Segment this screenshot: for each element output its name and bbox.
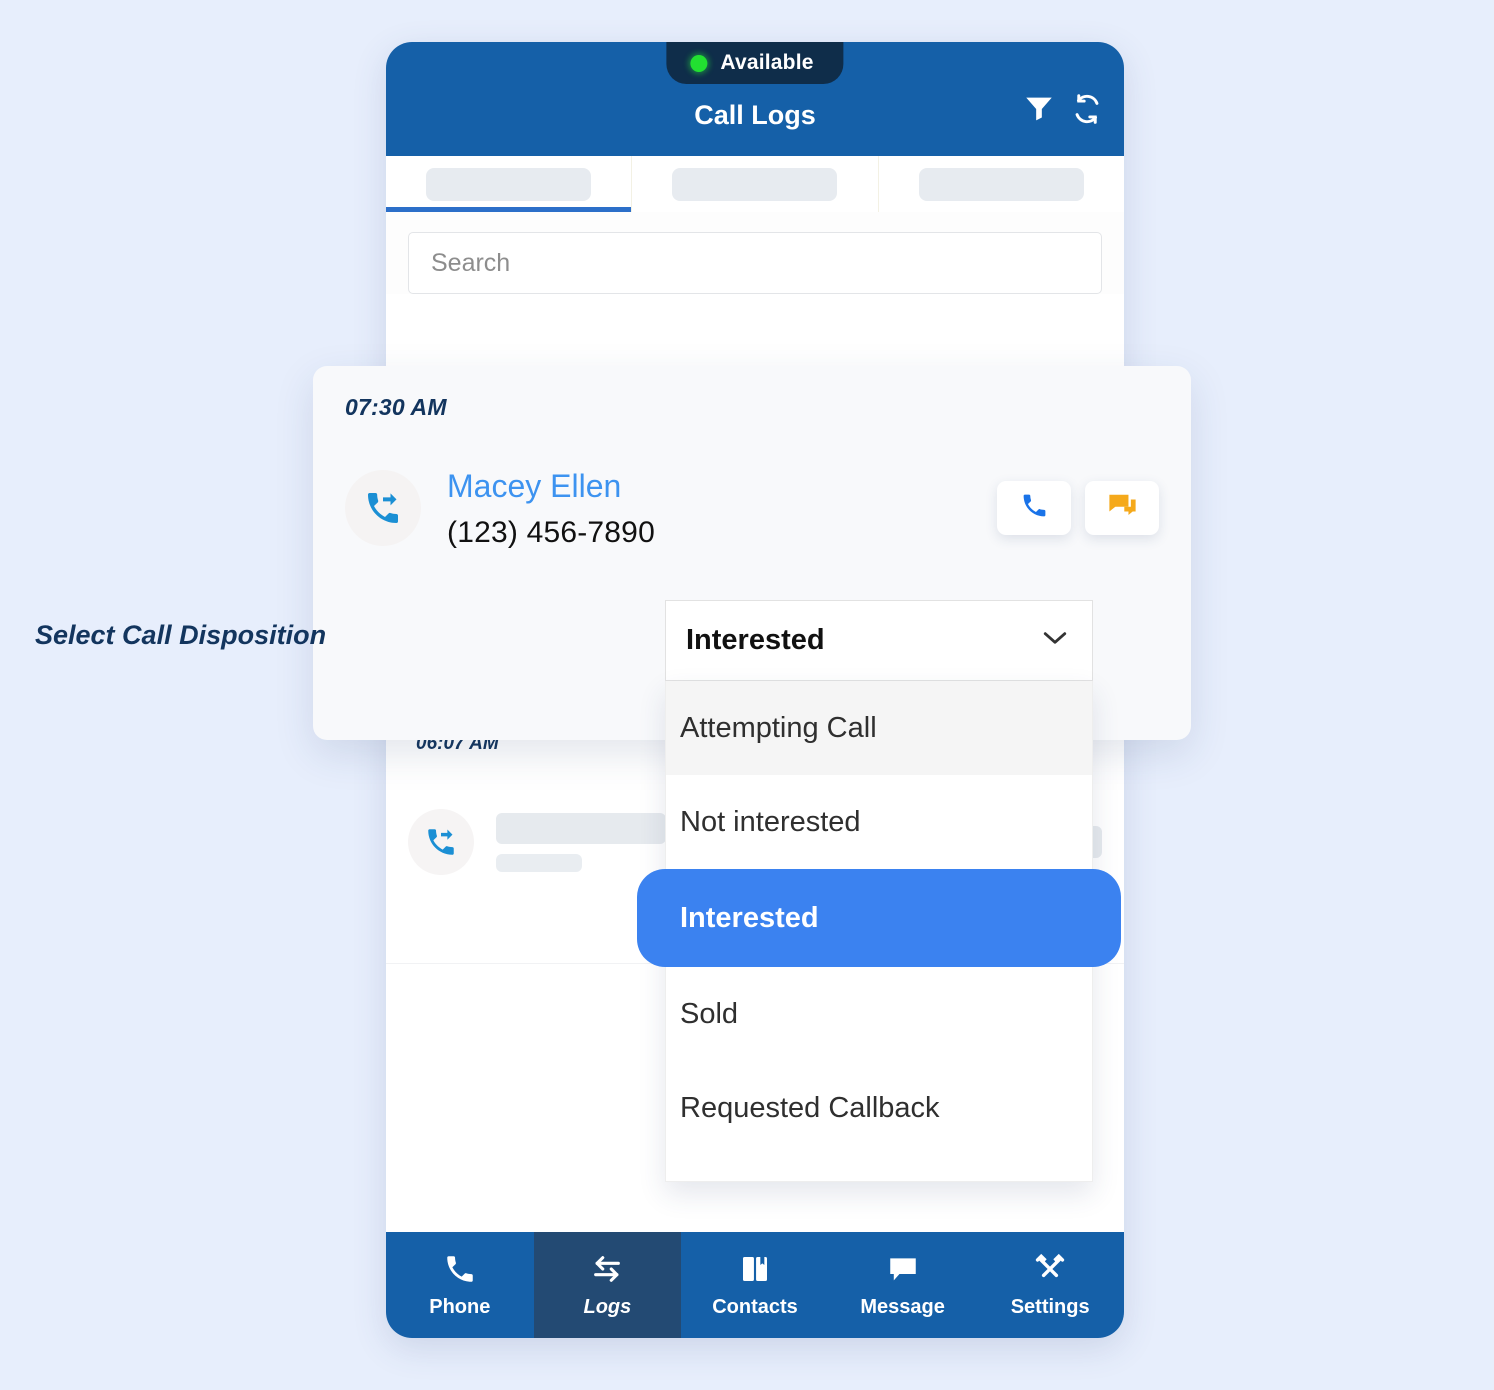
search-placeholder: Search [431,248,511,277]
tab-2[interactable] [632,156,879,212]
contact-name[interactable]: Macey Ellen [447,466,971,506]
disposition-label: Select Call Disposition [35,620,327,650]
outgoing-call-icon [408,809,474,875]
phone-call-icon [1020,491,1049,525]
call-disposition-dropdown: Interested Attempting Call Not intereste… [637,600,1121,1182]
exchange-arrows-icon [589,1252,625,1286]
nav-item-logs[interactable]: Logs [533,1232,682,1338]
dropdown-option-interested[interactable]: Interested [637,869,1121,967]
dropdown-option-not-interested[interactable]: Not interested [666,775,1092,869]
tab-bar [386,156,1124,212]
outgoing-call-icon [345,470,421,546]
message-bubble-icon [1107,491,1138,525]
filter-icon[interactable] [1022,92,1056,126]
nav-item-phone[interactable]: Phone [386,1232,534,1338]
chevron-down-icon [1042,629,1068,652]
contact-info: Macey Ellen (123) 456-7890 [447,466,971,550]
call-button[interactable] [997,481,1071,535]
address-book-icon [739,1252,771,1286]
dropdown-selected-value: Interested [686,624,825,656]
nav-item-settings[interactable]: Settings [976,1232,1124,1338]
card-contact-row: Macey Ellen (123) 456-7890 [345,466,1159,550]
nav-label-logs: Logs [583,1295,632,1318]
availability-status-pill[interactable]: Available [666,42,844,84]
tab-3-label [918,167,1084,201]
chat-bubble-icon [886,1252,920,1286]
nav-item-contacts[interactable]: Contacts [681,1232,829,1338]
nav-label-settings: Settings [1010,1295,1090,1318]
tab-1-label [426,167,592,201]
header-actions [1022,92,1104,126]
dropdown-menu: Attempting Call Not interested Intereste… [637,681,1121,1182]
dropdown-option-attempting-call[interactable]: Attempting Call [666,681,1092,775]
message-button[interactable] [1085,481,1159,535]
card-call-time: 07:30 AM [345,394,447,420]
status-label: Available [720,51,814,74]
bottom-navigation: Phone Logs Contacts Message Settings [386,1232,1124,1338]
nav-label-message: Message [860,1295,945,1318]
tools-icon [1033,1252,1067,1286]
search-input[interactable]: Search [408,232,1102,294]
dropdown-control[interactable]: Interested [665,600,1093,681]
dropdown-option-sold[interactable]: Sold [666,967,1092,1061]
dropdown-option-requested-callback[interactable]: Requested Callback [666,1061,1092,1155]
status-dot-icon [690,54,708,72]
page-title: Call Logs [694,100,816,130]
phone-icon [443,1252,477,1286]
card-action-buttons [997,481,1159,535]
tab-2-label [672,167,838,201]
app-header: Available Call Logs [386,42,1124,156]
refresh-icon[interactable] [1070,92,1104,126]
nav-label-contacts: Contacts [712,1295,798,1318]
contact-phone-number: (123) 456-7890 [447,516,655,549]
nav-label-phone: Phone [429,1295,491,1318]
nav-item-message[interactable]: Message [829,1232,977,1338]
tab-1[interactable] [386,156,633,212]
search-area: Search [386,212,1124,294]
tab-3[interactable] [879,156,1124,212]
